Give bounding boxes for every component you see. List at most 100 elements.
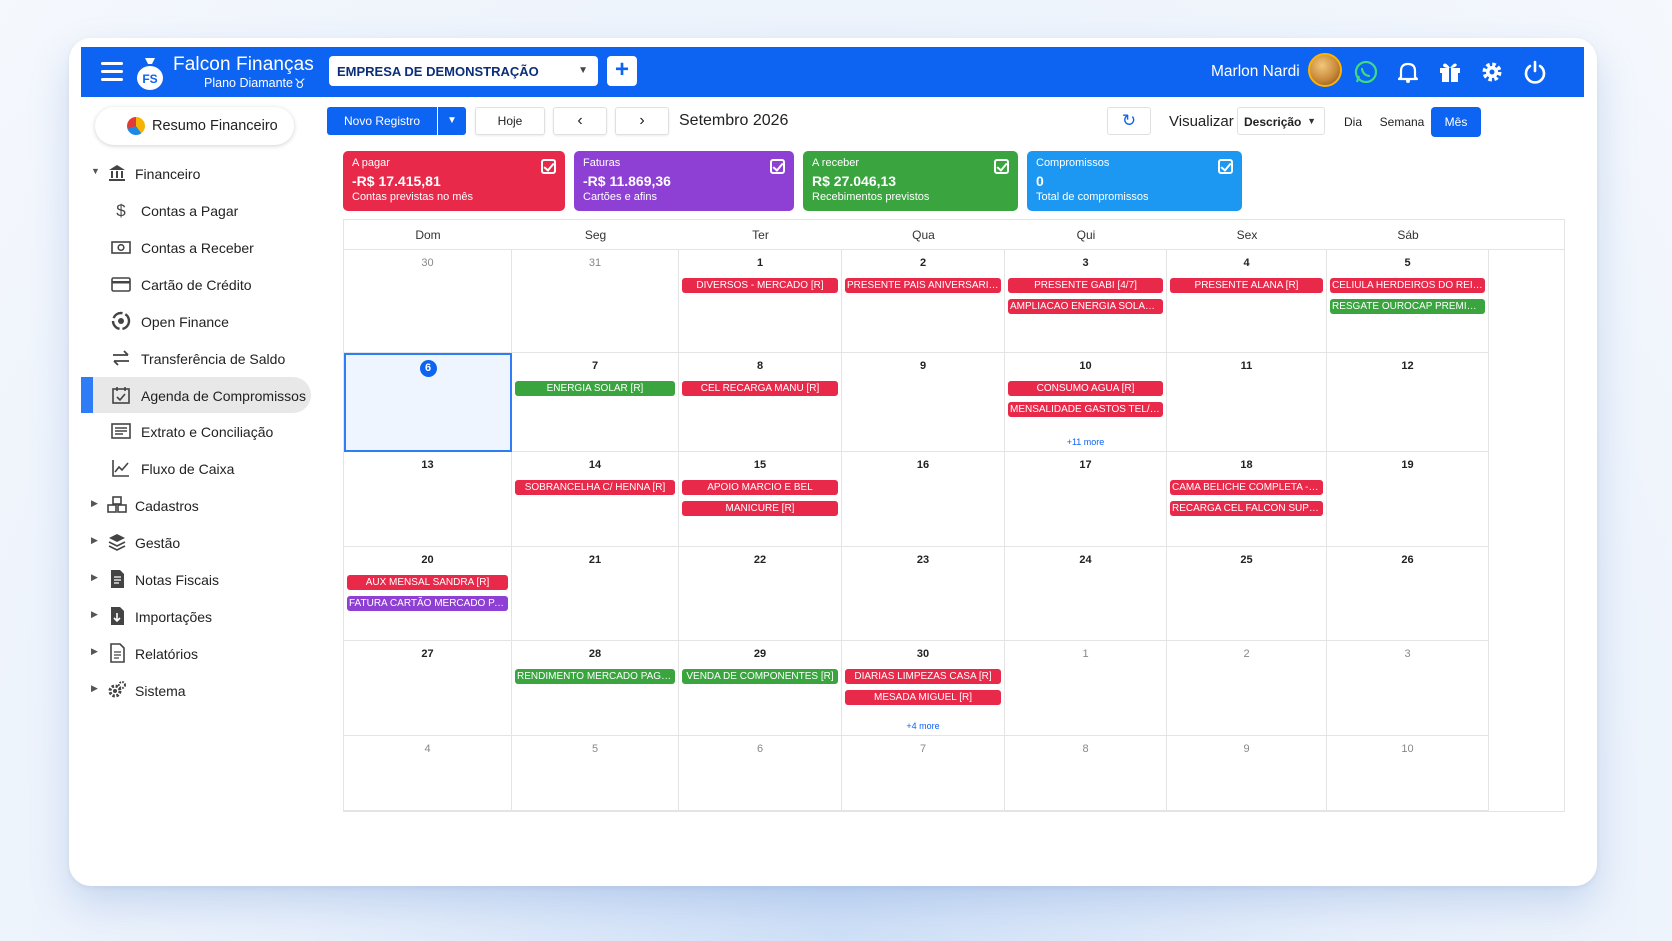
calendar-day-cell[interactable]: 10 CONSUMO AGUA [R] MENSALIDADE GASTOS TEL… <box>1005 353 1167 452</box>
calendar-day-cell[interactable]: 21 <box>512 547 679 641</box>
sidebar-item-agenda[interactable]: Agenda de Compromissos <box>81 377 311 413</box>
checkbox-icon[interactable] <box>1218 159 1233 174</box>
bell-icon[interactable] <box>1395 59 1421 85</box>
sidebar-item-sistema[interactable]: ▶ Sistema <box>81 672 321 708</box>
sidebar-item-notas-fiscais[interactable]: ▶ Notas Fiscais <box>81 561 321 597</box>
sidebar-item-fluxo-caixa[interactable]: Fluxo de Caixa <box>81 450 321 486</box>
calendar-event[interactable]: RECARGA CEL FALCON SUPORTE [R] <box>1170 501 1323 516</box>
sidebar-item-financeiro[interactable]: ▼ Financeiro <box>81 155 321 191</box>
calendar-day-cell[interactable]: 9 <box>842 353 1005 452</box>
calendar-day-cell[interactable]: 7 ENERGIA SOLAR [R] <box>512 353 679 452</box>
calendar-event[interactable]: ENERGIA SOLAR [R] <box>515 381 675 396</box>
calendar-day-cell[interactable]: 14 SOBRANCELHA C/ HENNA [R] <box>512 452 679 547</box>
sidebar-item-extrato[interactable]: Extrato e Conciliação <box>81 413 321 449</box>
sidebar-item-relatorios[interactable]: ▶ Relatórios <box>81 635 321 671</box>
sidebar-item-importacoes[interactable]: ▶ Importações <box>81 598 321 634</box>
calendar-day-cell[interactable]: 29 VENDA DE COMPONENTES [R] <box>679 641 842 736</box>
calendar-event[interactable]: DIVERSOS - MERCADO [R] <box>682 278 838 293</box>
calendar-day-cell[interactable]: 10 <box>1327 736 1489 811</box>
calendar-day-cell[interactable]: 15 APOIO MARCIO E BEL MANICURE [R] <box>679 452 842 547</box>
checkbox-icon[interactable] <box>994 159 1009 174</box>
calendar-event[interactable]: FATURA CARTÃO MERCADO PAGO <box>347 596 508 611</box>
calendar-day-cell[interactable]: 27 <box>344 641 512 736</box>
calendar-day-cell[interactable]: 3 PRESENTE GABI [4/7] AMPLIACAO ENERGIA SO… <box>1005 250 1167 353</box>
whatsapp-icon[interactable] <box>1353 59 1379 85</box>
calendar-day-cell[interactable]: 9 <box>1167 736 1327 811</box>
view-tab-mes[interactable]: Mês <box>1431 107 1481 137</box>
calendar-event[interactable]: PRESENTE GABI [4/7] <box>1008 278 1163 293</box>
calendar-day-cell[interactable]: 1 DIVERSOS - MERCADO [R] <box>679 250 842 353</box>
calendar-day-cell[interactable]: 8 <box>1005 736 1167 811</box>
calendar-day-cell[interactable]: 3 <box>1327 641 1489 736</box>
calendar-day-cell[interactable]: 24 <box>1005 547 1167 641</box>
checkbox-icon[interactable] <box>770 159 785 174</box>
novo-registro-dropdown-button[interactable]: ▼ <box>438 107 466 135</box>
prev-month-button[interactable]: ‹ <box>553 107 607 135</box>
card-a-receber[interactable]: A receber R$ 27.046,13 Recebimentos prev… <box>803 151 1018 211</box>
sidebar-item-cadastros[interactable]: ▶ Cadastros <box>81 487 321 523</box>
calendar-day-cell[interactable]: 1 <box>1005 641 1167 736</box>
calendar-event[interactable]: PRESENTE PAIS ANIVERSARIOS [R] <box>845 278 1001 293</box>
calendar-day-cell[interactable]: 4 <box>344 736 512 811</box>
calendar-day-cell[interactable]: 6 <box>679 736 842 811</box>
card-compromissos[interactable]: Compromissos 0 Total de compromissos <box>1027 151 1242 211</box>
sidebar-item-cartao-credito[interactable]: Cartão de Crédito <box>81 266 321 302</box>
calendar-event[interactable]: SOBRANCELHA C/ HENNA [R] <box>515 480 675 495</box>
gift-icon[interactable] <box>1437 59 1463 85</box>
calendar-event[interactable]: AUX MENSAL SANDRA [R] <box>347 575 508 590</box>
next-month-button[interactable]: › <box>615 107 669 135</box>
calendar-day-cell[interactable]: 5 <box>512 736 679 811</box>
card-a-pagar[interactable]: A pagar -R$ 17.415,81 Contas previstas n… <box>343 151 565 211</box>
calendar-event[interactable]: APOIO MARCIO E BEL <box>682 480 838 495</box>
calendar-day-cell[interactable]: 6 <box>344 353 512 452</box>
card-faturas[interactable]: Faturas -R$ 11.869,36 Cartões e afins <box>574 151 794 211</box>
calendar-event[interactable]: CAMA BELICHE COMPLETA - QUARTO <box>1170 480 1323 495</box>
more-events-link[interactable]: +4 more <box>842 721 1004 731</box>
user-name[interactable]: Marlon Nardi <box>1211 63 1300 81</box>
calendar-day-cell[interactable]: 16 <box>842 452 1005 547</box>
calendar-event[interactable]: RESGATE OUROCAP PREMIADO <box>1330 299 1485 314</box>
calendar-event[interactable]: VENDA DE COMPONENTES [R] <box>682 669 838 684</box>
calendar-day-cell[interactable]: 2 <box>1167 641 1327 736</box>
power-icon[interactable] <box>1522 59 1548 85</box>
calendar-event[interactable]: MANICURE [R] <box>682 501 838 516</box>
calendar-event[interactable]: AMPLIACAO ENERGIA SOLAR [2/2] <box>1008 299 1163 314</box>
sidebar-item-gestao[interactable]: ▶ Gestão <box>81 524 321 560</box>
calendar-event[interactable]: MENSALIDADE GASTOS TEL/CELULAR <box>1008 402 1163 417</box>
menu-icon[interactable] <box>101 62 123 82</box>
view-tab-semana[interactable]: Semana <box>1377 107 1427 137</box>
calendar-day-cell[interactable]: 25 <box>1167 547 1327 641</box>
more-events-link[interactable]: +11 more <box>1005 437 1166 447</box>
calendar-day-cell[interactable]: 23 <box>842 547 1005 641</box>
calendar-event[interactable]: PRESENTE ALANA [R] <box>1170 278 1323 293</box>
calendar-day-cell[interactable]: 20 AUX MENSAL SANDRA [R] FATURA CARTÃO MER… <box>344 547 512 641</box>
view-tab-dia[interactable]: Dia <box>1333 107 1373 137</box>
gear-icon[interactable] <box>1479 59 1505 85</box>
refresh-button[interactable]: ↻ <box>1107 107 1151 135</box>
calendar-day-cell[interactable]: 19 <box>1327 452 1489 547</box>
calendar-day-cell[interactable]: 11 <box>1167 353 1327 452</box>
company-select[interactable]: EMPRESA DE DEMONSTRAÇÃO ▼ <box>329 56 598 86</box>
sidebar-item-open-finance[interactable]: Open Finance <box>81 303 321 339</box>
calendar-day-cell[interactable]: 26 <box>1327 547 1489 641</box>
novo-registro-button[interactable]: Novo Registro <box>327 107 437 135</box>
hoje-button[interactable]: Hoje <box>475 107 545 135</box>
add-company-button[interactable]: + <box>607 56 637 86</box>
calendar-day-cell[interactable]: 30 <box>344 250 512 353</box>
sidebar-item-transferencia[interactable]: Transferência de Saldo <box>81 340 321 376</box>
calendar-day-cell[interactable]: 13 <box>344 452 512 547</box>
calendar-event[interactable]: CONSUMO AGUA [R] <box>1008 381 1163 396</box>
calendar-event[interactable]: MESADA MIGUEL [R] <box>845 690 1001 705</box>
calendar-day-cell[interactable]: 2 PRESENTE PAIS ANIVERSARIOS [R] <box>842 250 1005 353</box>
calendar-day-cell[interactable]: 31 <box>512 250 679 353</box>
resumo-financeiro-button[interactable]: Resumo Financeiro <box>95 107 294 145</box>
calendar-day-cell[interactable]: 12 <box>1327 353 1489 452</box>
avatar[interactable] <box>1308 53 1342 87</box>
visualizar-select[interactable]: Descrição ▼ <box>1237 107 1325 135</box>
calendar-day-cell[interactable]: 18 CAMA BELICHE COMPLETA - QUARTO RECARGA … <box>1167 452 1327 547</box>
checkbox-icon[interactable] <box>541 159 556 174</box>
calendar-event[interactable]: CELIULA HERDEIROS DO REINO [R] <box>1330 278 1485 293</box>
calendar-day-cell[interactable]: 17 <box>1005 452 1167 547</box>
calendar-day-cell[interactable]: 22 <box>679 547 842 641</box>
calendar-day-cell[interactable]: 30 DIARIAS LIMPEZAS CASA [R] MESADA MIGUEL… <box>842 641 1005 736</box>
